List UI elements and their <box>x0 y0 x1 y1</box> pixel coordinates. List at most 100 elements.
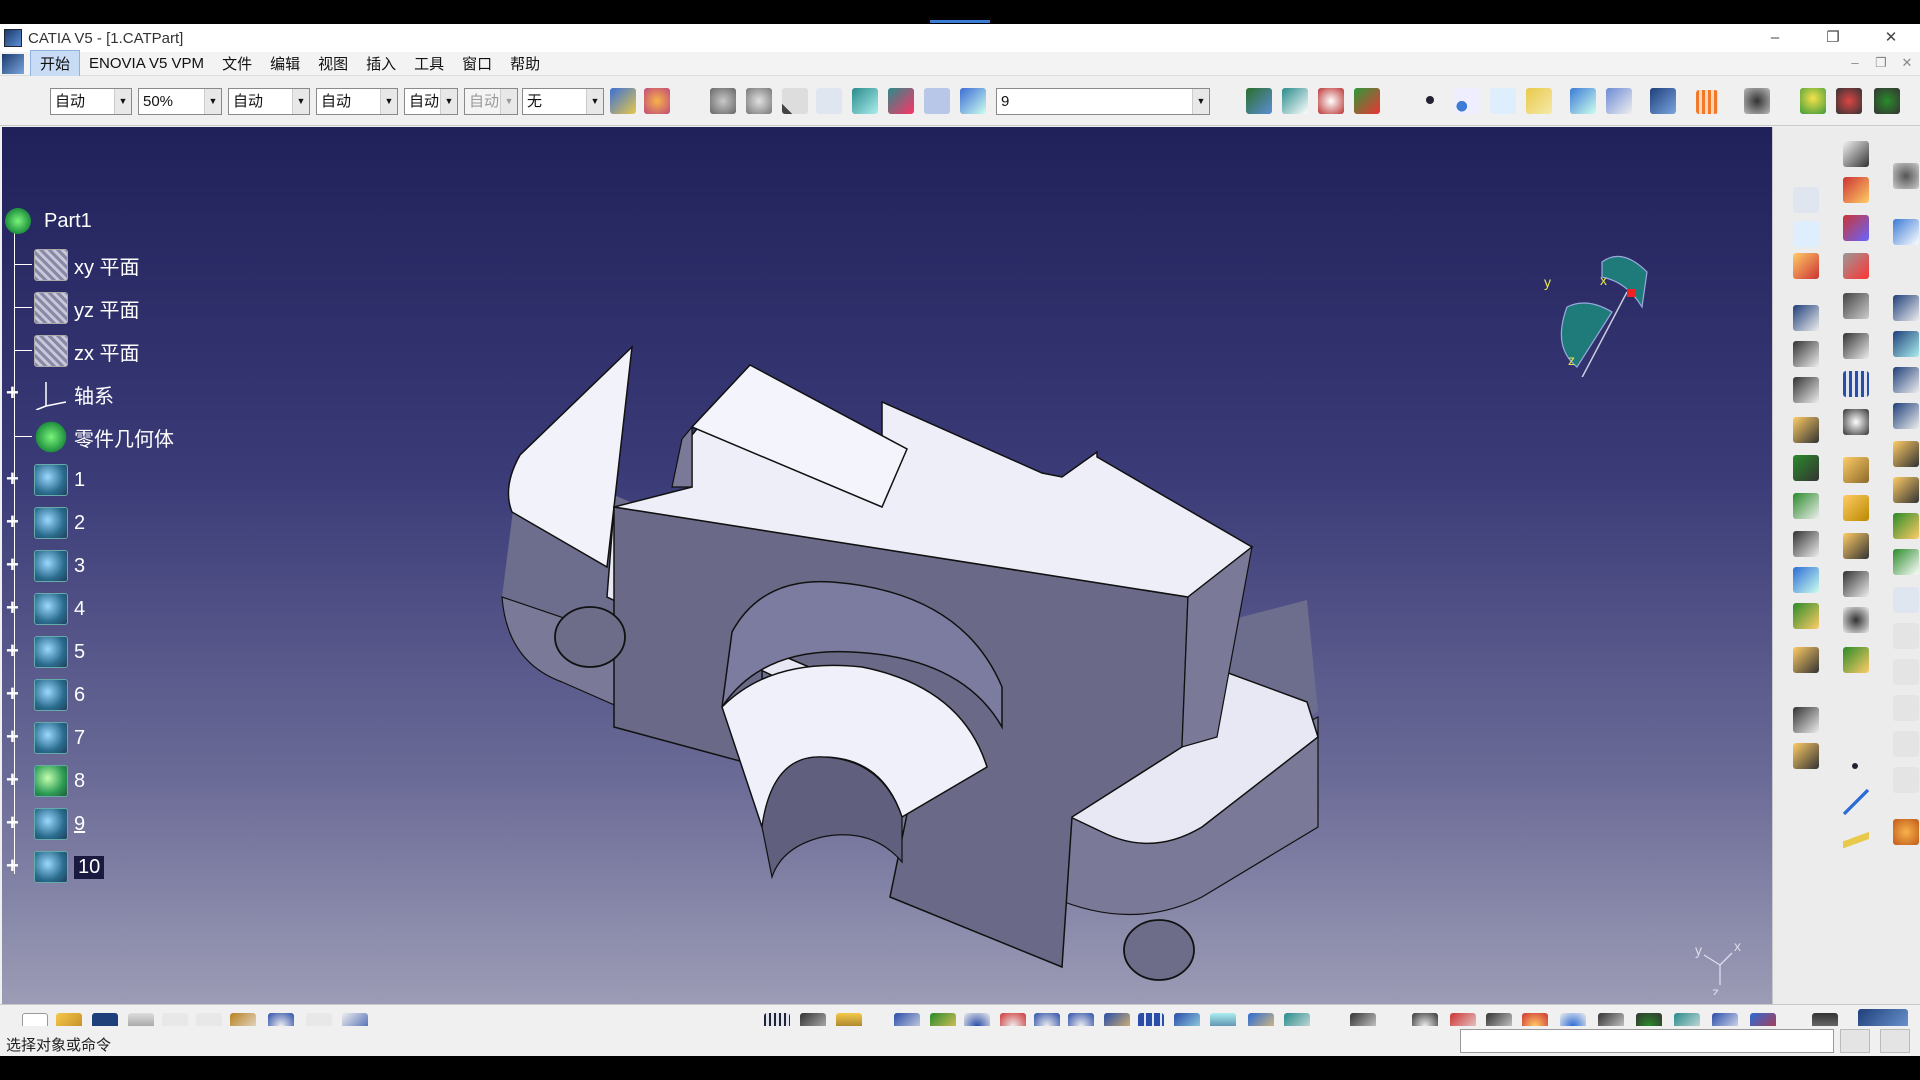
menu-view[interactable]: 视图 <box>309 51 357 76</box>
thick-surface-icon[interactable] <box>1843 533 1869 559</box>
remove-lump-icon[interactable] <box>1793 707 1819 733</box>
parameter-icon[interactable] <box>1793 253 1819 279</box>
restore-button[interactable]: ❐ <box>1804 24 1862 52</box>
rendering-style-combo[interactable]: 自动 ▼ <box>464 88 518 115</box>
3d-viewport[interactable]: x y z x y z Part1 xy 平面 yz 平面 zx 平面 + 轴系… <box>2 127 1772 1004</box>
doc-minimize-button[interactable]: – <box>1842 52 1868 74</box>
minimize-button[interactable]: – <box>1746 24 1804 52</box>
curve-icon[interactable] <box>1490 88 1516 114</box>
color-combo[interactable]: 自动 ▼ <box>50 88 132 115</box>
slot-icon[interactable] <box>1793 377 1819 403</box>
grid-icon[interactable] <box>1696 90 1718 114</box>
expand-icon[interactable]: + <box>6 597 20 619</box>
line-thickness-combo[interactable]: 自动 ▼ <box>228 88 310 115</box>
painter-icon[interactable] <box>610 88 636 114</box>
replace-face-icon[interactable] <box>1893 513 1919 539</box>
rib-icon[interactable] <box>1893 367 1919 393</box>
menu-tools[interactable]: 工具 <box>405 51 453 76</box>
list-icon[interactable] <box>924 88 950 114</box>
expand-icon[interactable]: + <box>6 554 20 576</box>
expand-icon[interactable]: + <box>6 511 20 533</box>
shaft-icon[interactable] <box>1893 331 1919 357</box>
menu-help[interactable]: 帮助 <box>501 51 549 76</box>
snap-icon[interactable] <box>1744 88 1770 114</box>
reference-point-icon[interactable] <box>1852 763 1858 769</box>
command-input[interactable] <box>1460 1029 1834 1053</box>
transparency-combo[interactable]: 50% ▼ <box>138 88 222 115</box>
annotation-icon[interactable] <box>1893 587 1919 613</box>
constraint-icon[interactable] <box>1843 253 1869 279</box>
add-icon[interactable] <box>1793 647 1819 673</box>
sketch-icon[interactable] <box>1893 219 1919 245</box>
stop-command-button[interactable] <box>1880 1029 1910 1053</box>
split-icon[interactable] <box>1793 531 1819 557</box>
normal-view-icon[interactable] <box>1570 88 1596 114</box>
doc-close-button[interactable]: ✕ <box>1894 52 1920 74</box>
formula-icon[interactable] <box>1793 221 1819 247</box>
expand-icon[interactable]: + <box>6 468 20 490</box>
point-icon[interactable] <box>1426 96 1434 104</box>
remove-icon[interactable] <box>1843 647 1869 673</box>
hole-icon[interactable] <box>1793 341 1819 367</box>
expand-icon[interactable]: + <box>6 726 20 748</box>
current-layer-combo[interactable]: 9 ▼ <box>996 88 1210 115</box>
multi-view-icon[interactable] <box>1606 88 1632 114</box>
union-trim-icon[interactable] <box>1893 695 1919 721</box>
expand-icon[interactable]: + <box>6 855 20 877</box>
menu-start[interactable]: 开始 <box>30 50 81 77</box>
measure-icon[interactable] <box>1354 88 1380 114</box>
close-button[interactable]: ✕ <box>1862 24 1920 52</box>
properties-icon[interactable] <box>644 88 670 114</box>
stiffener-icon[interactable] <box>1893 403 1919 429</box>
abc-icon[interactable] <box>1793 187 1819 213</box>
reference-line-icon[interactable] <box>1843 789 1869 815</box>
remove-face-icon[interactable] <box>1843 495 1869 521</box>
layer-filter-combo[interactable]: 无 ▼ <box>522 88 604 115</box>
formula-icon[interactable] <box>816 88 842 114</box>
expand-icon[interactable]: + <box>6 683 20 705</box>
compass-widget[interactable]: x y z <box>1532 237 1672 377</box>
catalog-icon[interactable] <box>852 88 878 114</box>
shading-icon[interactable] <box>1874 88 1900 114</box>
thread-icon[interactable] <box>1793 493 1819 519</box>
chamfer-icon[interactable] <box>1893 441 1919 467</box>
translation-icon[interactable] <box>1843 571 1869 597</box>
sew-surface-icon[interactable] <box>1793 567 1819 593</box>
expand-icon[interactable]: + <box>6 640 20 662</box>
apply-material-icon[interactable] <box>1893 767 1919 793</box>
catia-logo-icon[interactable] <box>2 53 24 74</box>
menu-enovia[interactable]: ENOVIA V5 VPM <box>80 53 213 74</box>
line-type-combo[interactable]: 自动 ▼ <box>316 88 398 115</box>
intersect-icon[interactable] <box>1893 659 1919 685</box>
hand-icon[interactable] <box>746 88 772 114</box>
knowledge-icon[interactable] <box>1318 88 1344 114</box>
axis-system-icon[interactable] <box>782 88 808 114</box>
groove-icon[interactable] <box>1843 333 1869 359</box>
menu-insert[interactable]: 插入 <box>357 51 405 76</box>
symmetry-icon[interactable] <box>1843 607 1869 633</box>
pocket-icon[interactable] <box>1793 305 1819 331</box>
power-input-button[interactable] <box>1840 1029 1870 1053</box>
hand-icon[interactable] <box>1893 819 1919 845</box>
gear-icon[interactable] <box>1893 163 1919 189</box>
thickness-icon[interactable] <box>1893 477 1919 503</box>
menu-window[interactable]: 窗口 <box>453 51 501 76</box>
scaling-icon[interactable] <box>1843 409 1869 435</box>
point-symbol-combo[interactable]: 自动 ▼ <box>404 88 458 115</box>
expand-icon[interactable]: + <box>6 812 20 834</box>
shell-icon[interactable] <box>1843 457 1869 483</box>
knowledge-rule-icon[interactable] <box>1843 141 1869 167</box>
catalog-icon[interactable] <box>1843 177 1869 203</box>
assemble-icon[interactable] <box>1893 623 1919 649</box>
mirror-icon[interactable] <box>1793 603 1819 629</box>
menu-file[interactable]: 文件 <box>213 51 261 76</box>
analysis-icon[interactable] <box>888 88 914 114</box>
apply-material-icon[interactable] <box>1800 88 1826 114</box>
tolerance-icon[interactable] <box>1843 293 1869 319</box>
update-icon[interactable] <box>710 88 736 114</box>
expand-icon[interactable]: + <box>6 382 20 404</box>
publication-icon[interactable] <box>1843 215 1869 241</box>
reference-plane-icon[interactable] <box>1843 827 1869 853</box>
draft-icon[interactable] <box>1793 455 1819 481</box>
part-model-svg[interactable] <box>2 127 1772 1004</box>
